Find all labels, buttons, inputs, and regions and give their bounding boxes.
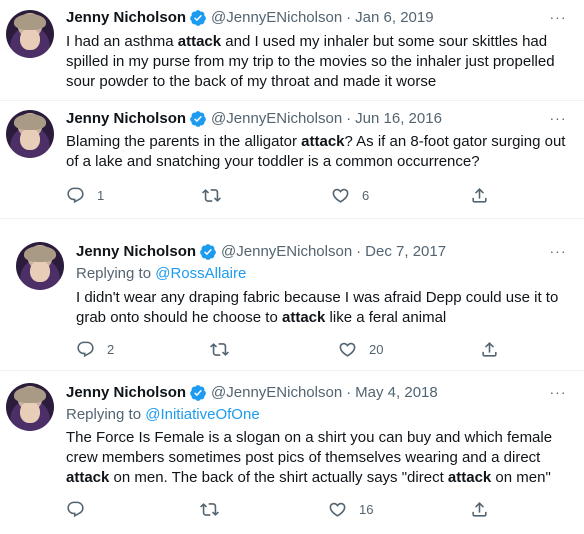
tweet-header: Jenny Nicholson @JennyENicholson · Jun 1… [66, 109, 442, 129]
replying-to-link[interactable]: @RossAllaire [155, 265, 246, 282]
replying-to: Replying to @RossAllaire [76, 265, 247, 282]
like-button[interactable]: 6 [331, 185, 369, 205]
divider [0, 218, 584, 219]
share-button[interactable] [470, 499, 489, 519]
author-handle[interactable]: @JennyENicholson [211, 109, 342, 129]
tweet-date[interactable]: Jan 6, 2019 [355, 8, 433, 28]
share-icon [482, 341, 497, 357]
tweet-actions: 1 6 [66, 185, 506, 205]
reply-button[interactable]: 1 [66, 185, 104, 205]
tweet-text: I had an asthma attack and I used my inh… [66, 33, 555, 90]
tweet-header: Jenny Nicholson @JennyENicholson · May 4… [66, 383, 438, 403]
more-icon[interactable]: ··· [548, 385, 568, 405]
avatar[interactable] [6, 10, 54, 58]
author-name[interactable]: Jenny Nicholson [66, 383, 186, 403]
tweet-text: The Force Is Female is a slogan on a shi… [66, 429, 553, 486]
reply-icon [67, 187, 84, 203]
tweet-card[interactable]: Jenny Nicholson @JennyENicholson · Dec 7… [0, 228, 584, 367]
author-handle[interactable]: @JennyENicholson [221, 242, 352, 262]
like-count: 6 [362, 187, 370, 203]
retweet-button[interactable] [202, 185, 233, 205]
like-count: 16 [359, 501, 374, 517]
more-icon[interactable]: ··· [548, 244, 568, 264]
author-name[interactable]: Jenny Nicholson [66, 8, 186, 28]
verified-badge-icon [190, 111, 206, 127]
avatar[interactable] [6, 383, 54, 431]
like-button[interactable]: 20 [338, 339, 383, 359]
replying-to: Replying to @InitiativeOfOne [66, 406, 260, 423]
tweet-header: Jenny Nicholson @JennyENicholson · Dec 7… [76, 242, 446, 262]
author-name[interactable]: Jenny Nicholson [76, 242, 196, 262]
reply-button[interactable]: 2 [76, 339, 114, 359]
author-handle[interactable]: @JennyENicholson [211, 8, 342, 28]
author-handle[interactable]: @JennyENicholson [211, 383, 342, 403]
tweet-actions: 2 20 [76, 339, 516, 359]
avatar[interactable] [16, 242, 64, 290]
tweet-text: I didn't wear any draping fabric because… [76, 289, 559, 326]
retweet-icon [210, 342, 229, 356]
like-button[interactable]: 16 [328, 499, 373, 519]
tweet-card[interactable]: Jenny Nicholson @JennyENicholson · Jan 6… [0, 0, 584, 100]
share-icon [472, 501, 487, 517]
share-button[interactable] [480, 339, 499, 359]
verified-badge-icon [190, 10, 206, 26]
verified-badge-icon [200, 244, 216, 260]
avatar[interactable] [6, 110, 54, 158]
tweet-date[interactable]: May 4, 2018 [355, 383, 438, 403]
more-icon[interactable]: ··· [548, 111, 568, 131]
separator: · [346, 9, 352, 26]
tweet-card[interactable]: Jenny Nicholson @JennyENicholson · May 4… [0, 371, 584, 534]
more-icon[interactable]: ··· [548, 10, 568, 30]
tweet-date[interactable]: Dec 7, 2017 [365, 242, 446, 262]
share-icon [472, 187, 487, 203]
tweet-date[interactable]: Jun 16, 2016 [355, 109, 442, 129]
retweet-button[interactable] [200, 499, 231, 519]
retweet-button[interactable] [210, 339, 241, 359]
heart-icon [339, 342, 356, 357]
like-count: 20 [369, 341, 384, 357]
tweet-header: Jenny Nicholson @JennyENicholson · Jan 6… [66, 8, 434, 28]
verified-badge-icon [190, 385, 206, 401]
retweet-icon [200, 502, 219, 516]
heart-icon [332, 188, 349, 203]
reply-count: 2 [107, 341, 115, 357]
retweet-icon [202, 188, 221, 202]
author-name[interactable]: Jenny Nicholson [66, 109, 186, 129]
separator: · [356, 243, 362, 260]
reply-icon [77, 341, 94, 357]
separator: · [346, 384, 352, 401]
replying-to-link[interactable]: @InitiativeOfOne [145, 406, 259, 423]
share-button[interactable] [470, 185, 489, 205]
separator: · [346, 110, 352, 127]
tweet-text: Blaming the parents in the alligator att… [66, 133, 566, 170]
reply-count: 1 [97, 187, 105, 203]
reply-button[interactable] [66, 499, 97, 519]
heart-icon [329, 502, 346, 517]
tweet-actions: 16 [66, 499, 506, 519]
reply-icon [67, 501, 84, 517]
tweet-card[interactable]: Jenny Nicholson @JennyENicholson · Jun 1… [0, 101, 584, 218]
